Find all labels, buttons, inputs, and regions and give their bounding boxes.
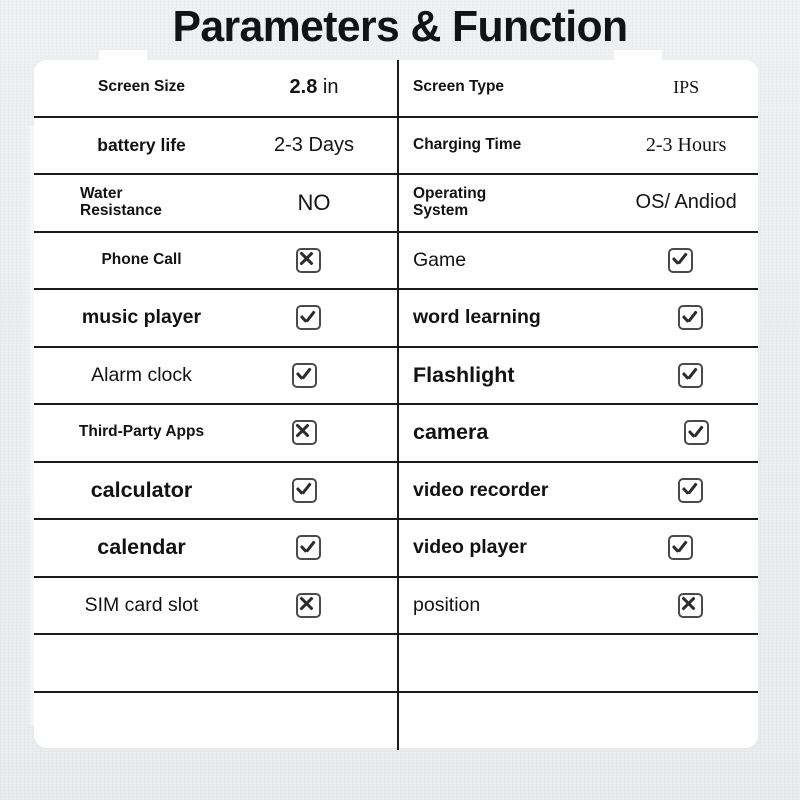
checkbox-crossed-icon[interactable]: [295, 592, 321, 618]
table-row: calendar video player: [34, 520, 758, 578]
row-value: NO: [297, 189, 331, 215]
row-value: OS/ Andiod: [635, 191, 737, 214]
page-title: Parameters & Function: [172, 2, 628, 51]
table-cell-flashlight: Flashlight: [397, 347, 758, 403]
row-label: Water Resistance: [80, 185, 162, 219]
table-cell-blank: [34, 693, 397, 751]
table-cell-game: Game: [397, 232, 758, 288]
table-cell-blank: [34, 635, 397, 691]
row-value: [239, 305, 389, 331]
table-cell-camera: camera: [397, 405, 758, 461]
checkbox-checked-icon[interactable]: [291, 477, 317, 503]
row-label: Third-Party Apps: [78, 423, 205, 441]
row-value: [614, 362, 758, 388]
row-label: Screen Type: [413, 78, 505, 96]
table-row: Phone Call Game: [34, 232, 758, 290]
checkbox-checked-icon[interactable]: [667, 247, 693, 273]
row-value: [614, 592, 758, 618]
table-row: Third-Party Apps camera: [34, 405, 758, 463]
page-root: Parameters & Function Screen Size 2.8 in…: [0, 0, 800, 800]
table-row: battery life 2-3 Days Charging Time 2-3 …: [34, 117, 758, 175]
table-cell-position: position: [397, 577, 758, 633]
row-label: Flashlight: [413, 362, 515, 387]
checkbox-checked-icon[interactable]: [683, 420, 709, 446]
row-value: [239, 247, 389, 273]
checkbox-checked-icon[interactable]: [677, 477, 703, 503]
row-value: [239, 535, 389, 561]
row-label: video recorder: [413, 478, 549, 501]
row-label: Phone Call: [101, 250, 182, 268]
row-label: Operating System: [413, 185, 487, 219]
table-cell-screen-type: Screen Type IPS: [397, 60, 758, 116]
checkbox-crossed-icon[interactable]: [677, 592, 703, 618]
table-row: music player word learning: [34, 290, 758, 348]
row-label: music player: [81, 306, 202, 329]
table-cell-video-player: video player: [397, 520, 758, 576]
row-value: [614, 247, 758, 273]
table-cell-word-learning: word learning: [397, 290, 758, 346]
table-cell-sim-card-slot: SIM card slot: [34, 578, 397, 634]
table-cell-calculator: calculator: [34, 463, 397, 519]
row-value: [239, 362, 389, 388]
table-cell-alarm-clock: Alarm clock: [34, 348, 397, 404]
table-cell-blank: [397, 635, 758, 691]
row-value: 2-3 Hours: [645, 133, 727, 156]
table-row: [34, 635, 758, 693]
table-cell-third-party-apps: Third-Party Apps: [34, 405, 397, 461]
row-label: Screen Size: [97, 78, 186, 96]
checkbox-checked-icon[interactable]: [291, 362, 317, 388]
row-label: battery life: [97, 134, 186, 155]
row-label: position: [413, 593, 481, 616]
row-label: Charging Time: [413, 135, 522, 153]
checkbox-checked-icon[interactable]: [295, 305, 321, 331]
row-value: [614, 420, 758, 446]
row-value: 2.8 in: [239, 76, 389, 99]
row-value: [614, 535, 758, 561]
table-cell-phone-call: Phone Call: [34, 233, 397, 289]
table-row: calculator video recorder: [34, 462, 758, 520]
row-label: video player: [413, 536, 527, 559]
row-value: [239, 420, 389, 446]
table-row: [34, 692, 758, 751]
table-cell-operating-system: Operating System OS/ Andiod: [397, 175, 758, 231]
row-label: Game: [413, 248, 467, 271]
row-value: IPS: [673, 77, 700, 98]
row-label: camera: [413, 420, 489, 445]
table-row: Screen Size 2.8 in Screen Type IPS: [34, 60, 758, 118]
row-value: 2-3 Days: [273, 133, 355, 156]
row-label: Alarm clock: [91, 363, 192, 386]
row-value: [614, 305, 758, 331]
row-value-light: in: [317, 76, 339, 99]
row-label: SIM card slot: [84, 593, 199, 616]
checkbox-checked-icon[interactable]: [677, 362, 703, 388]
table-row: Water Resistance NO Operating System OS/…: [34, 175, 758, 233]
row-label: word learning: [413, 306, 541, 329]
row-value-strong: 2.8: [289, 76, 318, 99]
row-label: calendar: [97, 535, 186, 560]
table-row: SIM card slot position: [34, 577, 758, 635]
row-value: [239, 477, 389, 503]
row-value: [614, 477, 758, 503]
table-cell-water-resistance: Water Resistance NO: [34, 175, 397, 231]
table-cell-blank: [397, 692, 758, 750]
table-row: Alarm clock Flashlight: [34, 347, 758, 405]
specifications-table: Screen Size 2.8 in Screen Type IPS batte…: [34, 60, 758, 751]
table-cell-calendar: calendar: [34, 520, 397, 576]
checkbox-checked-icon[interactable]: [667, 535, 693, 561]
table-cell-music-player: music player: [34, 290, 397, 346]
table-cell-battery-life: battery life 2-3 Days: [34, 118, 397, 174]
checkbox-checked-icon[interactable]: [295, 535, 321, 561]
checkbox-checked-icon[interactable]: [677, 305, 703, 331]
table-cell-charging-time: Charging Time 2-3 Hours: [397, 117, 758, 173]
row-value: [239, 592, 389, 618]
checkbox-crossed-icon[interactable]: [291, 420, 317, 446]
checkbox-crossed-icon[interactable]: [295, 247, 321, 273]
row-label: calculator: [90, 477, 193, 502]
table-cell-video-recorder: video recorder: [397, 462, 758, 518]
table-cell-screen-size: Screen Size 2.8 in: [34, 60, 397, 116]
